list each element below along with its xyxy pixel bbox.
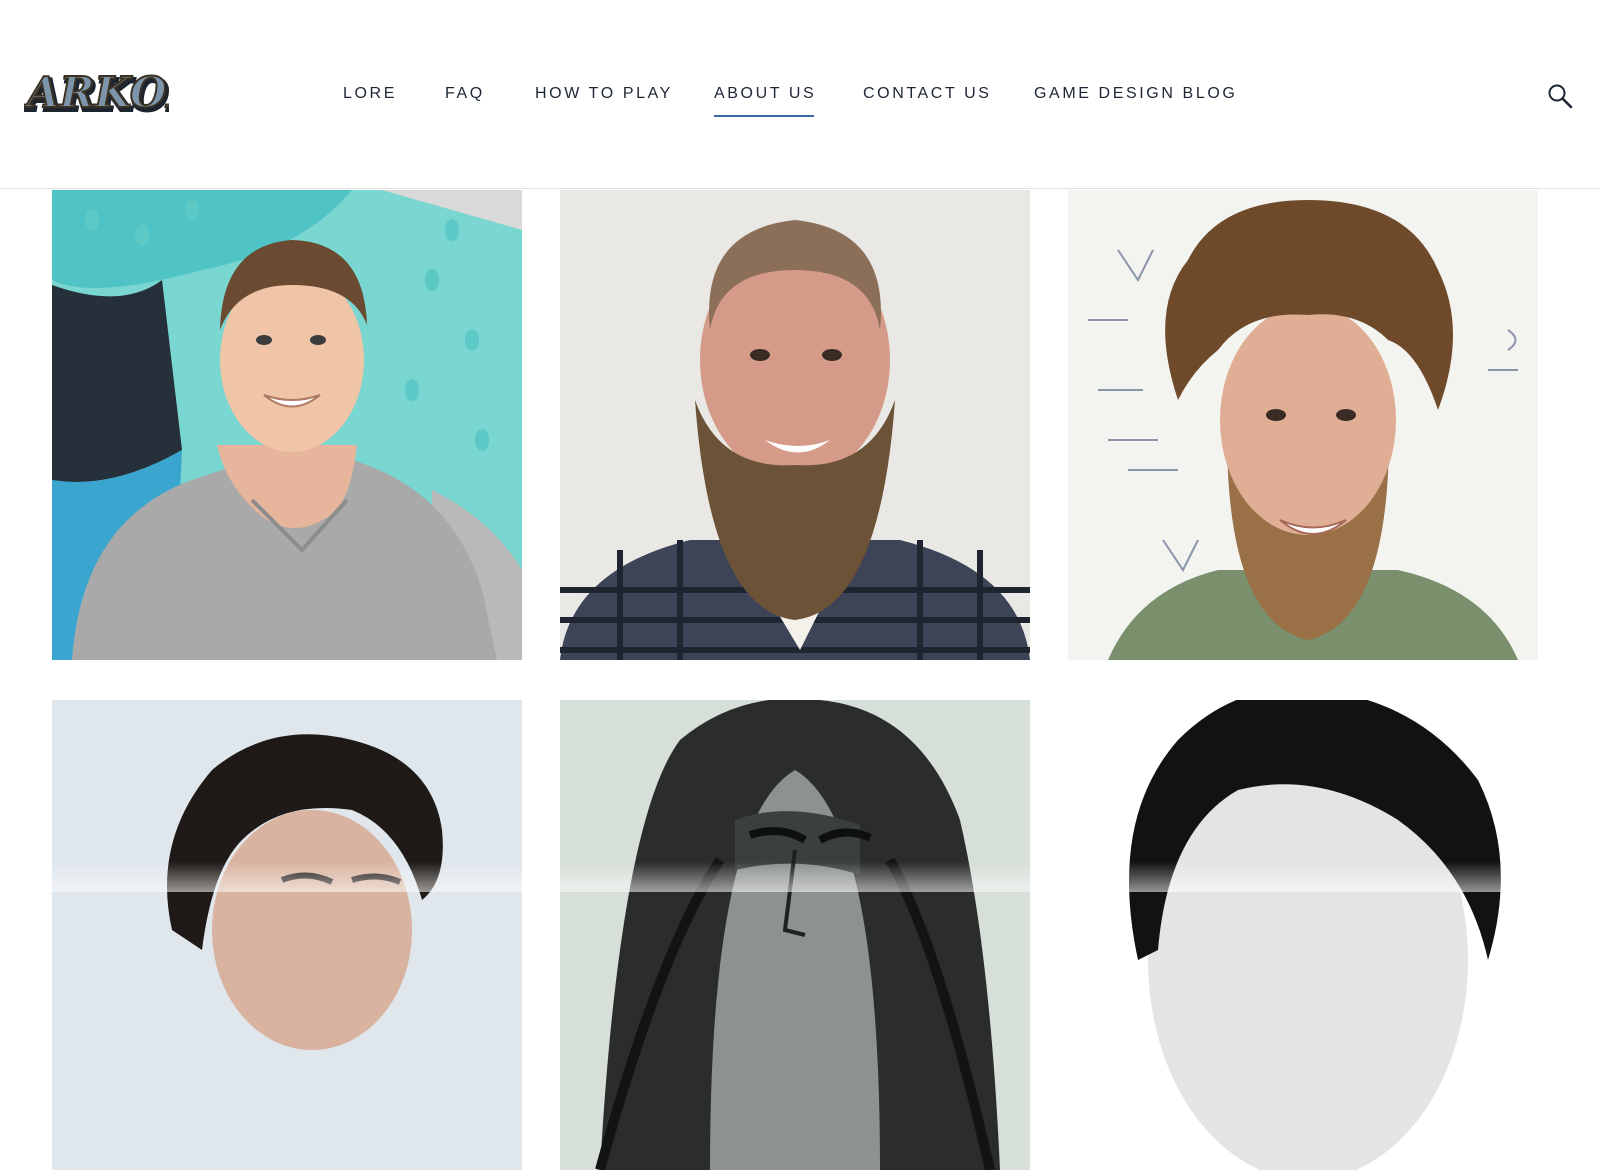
nav-about-us[interactable]: ABOUT US [714,84,816,117]
portrait-image [1068,190,1538,660]
team-member-photo[interactable] [1068,190,1538,660]
nav-lore[interactable]: LORE [343,84,397,104]
portrait-image [52,700,522,1170]
team-member-photo[interactable] [560,190,1030,660]
search-button[interactable] [1546,82,1576,112]
portrait-image [52,190,522,660]
nav-how-to-play[interactable]: HOW TO PLAY [535,84,673,104]
nav-game-design-blog[interactable]: GAME DESIGN BLOG [1034,84,1237,104]
team-member-photo[interactable] [52,700,522,1170]
search-icon [1548,84,1573,109]
team-member-photo[interactable] [1068,700,1538,1170]
portrait-image [1068,700,1538,1170]
site-header: ARKON ARKON LORE FAQ HOW TO PLAY ABOUT U… [0,0,1600,189]
nav-contact-us[interactable]: CONTACT US [863,84,992,104]
portrait-image [560,700,1030,1170]
main-nav: LORE FAQ HOW TO PLAY ABOUT US CONTACT US… [0,84,1600,120]
team-member-photo[interactable] [560,700,1030,1170]
portrait-image [560,190,1030,660]
nav-faq[interactable]: FAQ [445,84,485,104]
team-member-photo[interactable] [52,190,522,660]
